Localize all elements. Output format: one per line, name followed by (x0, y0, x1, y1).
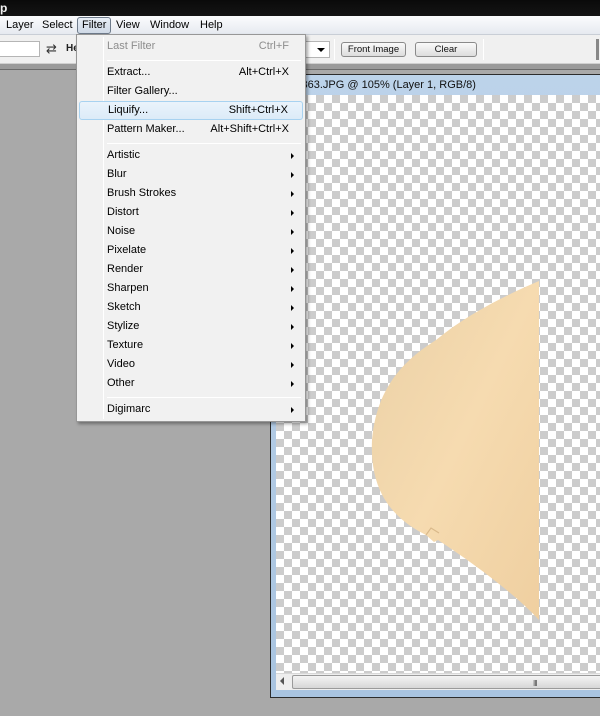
divider (334, 39, 335, 60)
menu-item-other[interactable]: Other (79, 374, 303, 393)
menu-item-shortcut: Alt+Shift+Ctrl+X (210, 123, 289, 135)
submenu-arrow-icon (291, 324, 294, 330)
title-text: p (0, 1, 8, 15)
cut-out-skin-shape (371, 281, 539, 620)
clear-button[interactable]: Clear (415, 42, 477, 57)
submenu-arrow-icon (291, 153, 294, 159)
menu-layer[interactable]: Layer (2, 17, 38, 34)
menu-item-texture[interactable]: Texture (79, 336, 303, 355)
submenu-arrow-icon (291, 172, 294, 178)
menu-separator (107, 60, 301, 61)
filter-menu-dropdown: Last Filter Ctrl+F Extract... Alt+Ctrl+X… (76, 34, 306, 422)
image-layer (371, 281, 539, 620)
photoshop-window: p Layer Select Filter View Window Help ⇄… (0, 0, 600, 716)
menu-item-pixelate[interactable]: Pixelate (79, 241, 303, 260)
menu-item-label: Distort (107, 206, 139, 218)
menu-item-label: Sharpen (107, 282, 149, 294)
menu-filter[interactable]: Filter (77, 17, 112, 34)
menu-help[interactable]: Help (196, 17, 227, 34)
scroll-left-arrow-icon[interactable] (280, 677, 284, 685)
menu-item-label: Liquify... (108, 104, 149, 116)
menu-item-label: Noise (107, 225, 136, 237)
menu-item-shortcut: Ctrl+F (258, 40, 289, 52)
submenu-arrow-icon (291, 381, 294, 387)
menu-item-label: Sketch (107, 301, 141, 313)
scrollbar-thumb[interactable]: III (292, 675, 600, 689)
menu-item-brush-strokes[interactable]: Brush Strokes (79, 184, 303, 203)
menu-item-label: Filter Gallery... (107, 85, 178, 97)
palette-well-edge (596, 39, 599, 60)
menu-item-liquify[interactable]: Liquify... Shift+Ctrl+X (79, 101, 303, 120)
menu-item-label: Texture (107, 339, 144, 351)
canvas[interactable] (276, 95, 600, 673)
menu-item-label: Artistic (107, 149, 140, 161)
menu-item-label: Pattern Maker... (107, 123, 185, 135)
menu-item-label: Last Filter (107, 40, 156, 52)
submenu-arrow-icon (291, 210, 294, 216)
width-input[interactable] (0, 41, 40, 57)
front-image-button[interactable]: Front Image (341, 42, 406, 57)
chevron-down-icon (317, 48, 325, 52)
menu-item-shortcut: Shift+Ctrl+X (228, 104, 288, 116)
menu-separator (107, 397, 301, 398)
menu-view[interactable]: View (112, 17, 144, 34)
menu-separator (107, 143, 301, 144)
submenu-arrow-icon (291, 191, 294, 197)
submenu-arrow-icon (291, 362, 294, 368)
submenu-arrow-icon (291, 248, 294, 254)
menu-item-stylize[interactable]: Stylize (79, 317, 303, 336)
scrollbar-grip: III (533, 679, 538, 688)
menu-select[interactable]: Select (38, 17, 77, 34)
menu-item-label: Video (107, 358, 135, 370)
menu-item-label: Stylize (107, 320, 140, 332)
menu-item-label: Render (107, 263, 144, 275)
document-window: SC_0363.JPG @ 105% (Layer 1, RGB/8) III (270, 74, 600, 698)
title-bar: p (0, 0, 600, 16)
menu-item-blur[interactable]: Blur (79, 165, 303, 184)
submenu-arrow-icon (291, 286, 294, 292)
menu-item-render[interactable]: Render (79, 260, 303, 279)
submenu-arrow-icon (291, 407, 294, 413)
submenu-arrow-icon (291, 267, 294, 273)
menu-item-digimarc[interactable]: Digimarc (79, 400, 303, 419)
menu-item-sketch[interactable]: Sketch (79, 298, 303, 317)
menu-window[interactable]: Window (146, 17, 193, 34)
menu-item-label: Brush Strokes (107, 187, 177, 199)
menu-bar: Layer Select Filter View Window Help (0, 16, 600, 35)
menu-item-label: Digimarc (107, 403, 151, 415)
menu-item-shortcut: Alt+Ctrl+X (238, 66, 289, 78)
menu-item-distort[interactable]: Distort (79, 203, 303, 222)
menu-item-label: Other (107, 377, 135, 389)
divider (483, 39, 484, 60)
menu-item-artistic[interactable]: Artistic (79, 146, 303, 165)
menu-item-filter-gallery[interactable]: Filter Gallery... (79, 82, 303, 101)
menu-item-pattern-maker[interactable]: Pattern Maker... Alt+Shift+Ctrl+X (79, 120, 303, 139)
menu-item-label: Blur (107, 168, 127, 180)
menu-item-label: Extract... (107, 66, 151, 78)
menu-item-noise[interactable]: Noise (79, 222, 303, 241)
submenu-arrow-icon (291, 305, 294, 311)
menu-item-label: Pixelate (107, 244, 147, 256)
menu-item-video[interactable]: Video (79, 355, 303, 374)
horizontal-scrollbar[interactable]: III (276, 673, 600, 690)
submenu-arrow-icon (291, 343, 294, 349)
menu-item-extract[interactable]: Extract... Alt+Ctrl+X (79, 63, 303, 82)
menu-item-last-filter: Last Filter Ctrl+F (79, 37, 303, 56)
swap-arrows-icon[interactable]: ⇄ (46, 41, 57, 57)
submenu-arrow-icon (291, 229, 294, 235)
menu-item-sharpen[interactable]: Sharpen (79, 279, 303, 298)
